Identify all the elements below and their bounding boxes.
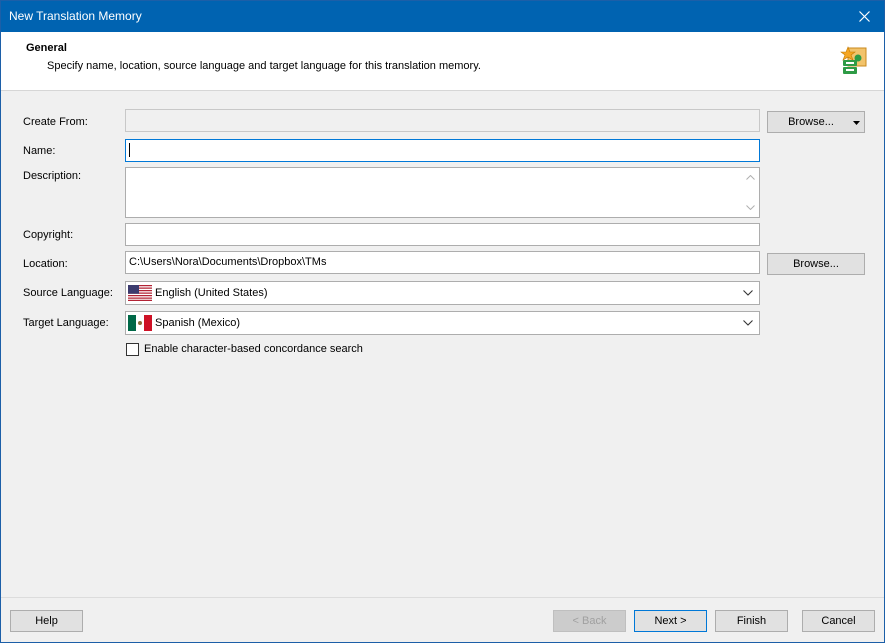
dropdown-arrow-icon: [853, 121, 860, 125]
chevron-down-icon: [743, 320, 753, 326]
wizard-footer: Help < Back Next > Finish Cancel: [1, 597, 884, 643]
translation-memory-icon: [840, 46, 867, 74]
copyright-label: Copyright:: [23, 229, 74, 241]
source-language-value: English (United States): [155, 287, 268, 299]
close-icon: [858, 11, 870, 22]
concordance-checkbox[interactable]: [126, 343, 139, 356]
create-from-label: Create From:: [23, 116, 88, 128]
back-label: < Back: [572, 615, 607, 627]
browse-create-from-button[interactable]: Browse...: [767, 111, 865, 133]
description-field[interactable]: [125, 167, 760, 218]
browse-location-button[interactable]: Browse...: [767, 253, 865, 275]
create-from-field: [125, 109, 760, 132]
source-language-dropdown[interactable]: English (United States): [125, 281, 760, 305]
new-translation-memory-dialog: New Translation Memory General Specify n…: [0, 0, 885, 643]
description-label: Description:: [23, 170, 82, 182]
target-language-value: Spanish (Mexico): [155, 317, 240, 329]
name-label: Name:: [23, 145, 56, 157]
target-language-dropdown[interactable]: Spanish (Mexico): [125, 311, 760, 335]
page-title: General: [26, 42, 67, 54]
location-value: C:\Users\Nora\Documents\Dropbox\TMs: [129, 256, 327, 268]
page-description: Specify name, location, source language …: [47, 60, 481, 72]
back-button[interactable]: < Back: [553, 610, 626, 632]
next-label: Next >: [654, 615, 687, 627]
cancel-button[interactable]: Cancel: [802, 610, 875, 632]
wizard-header: General Specify name, location, source l…: [1, 32, 884, 91]
source-language-label: Source Language:: [23, 287, 113, 299]
text-cursor: [129, 143, 130, 157]
copyright-field[interactable]: [125, 223, 760, 246]
us-flag-icon: [128, 285, 152, 301]
browse-create-from-label: Browse...: [788, 116, 834, 128]
help-button[interactable]: Help: [10, 610, 83, 632]
help-label: Help: [35, 615, 58, 627]
location-field[interactable]: C:\Users\Nora\Documents\Dropbox\TMs: [125, 251, 760, 274]
finish-button[interactable]: Finish: [715, 610, 788, 632]
browse-location-label: Browse...: [793, 258, 839, 270]
finish-label: Finish: [736, 615, 767, 627]
close-button[interactable]: [844, 1, 884, 32]
description-scrollbar[interactable]: [743, 169, 758, 216]
cancel-label: Cancel: [821, 615, 856, 627]
location-label: Location:: [23, 258, 68, 270]
name-field[interactable]: [125, 139, 760, 162]
scroll-up-icon[interactable]: [746, 175, 755, 180]
scroll-down-icon[interactable]: [746, 205, 755, 210]
target-language-label: Target Language:: [23, 317, 109, 329]
concordance-checkbox-label[interactable]: Enable character-based concordance searc…: [144, 343, 363, 355]
mexico-flag-icon: [128, 315, 152, 331]
title-bar: New Translation Memory: [1, 1, 884, 32]
chevron-down-icon: [743, 290, 753, 296]
window-title: New Translation Memory: [9, 9, 142, 23]
next-button[interactable]: Next >: [634, 610, 707, 632]
